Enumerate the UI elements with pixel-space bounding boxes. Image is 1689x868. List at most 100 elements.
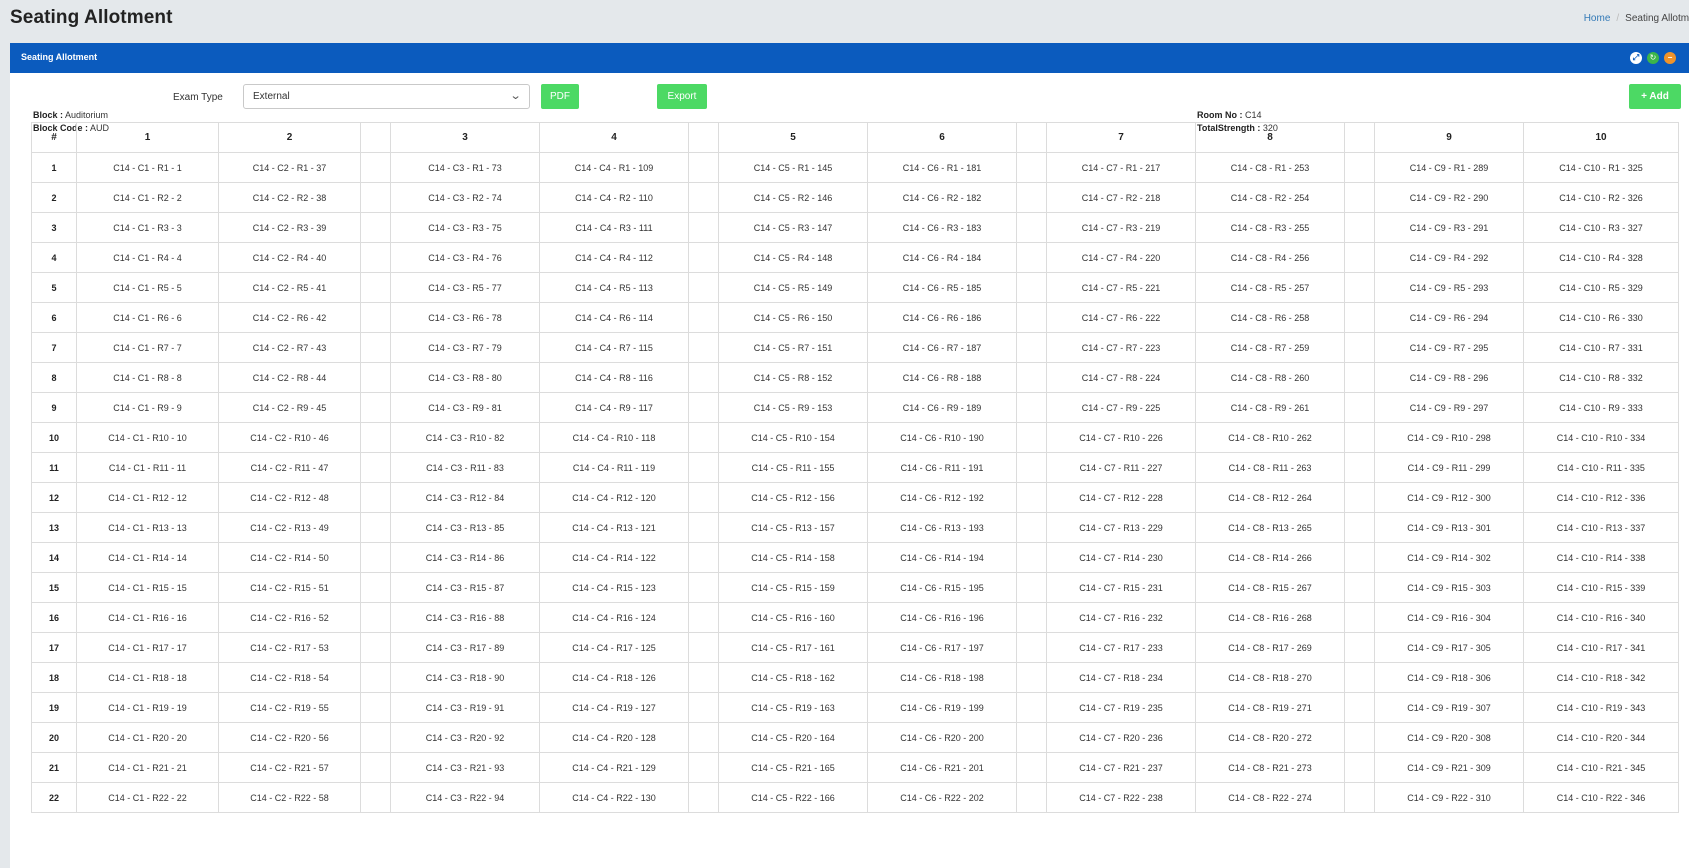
seat-cell: C14 - C3 - R17 - 89 — [390, 632, 540, 663]
table-row: 2 C14 - C1 - R2 - 2 C14 - C2 - R2 - 38 C14 … — [31, 182, 1679, 213]
seat-cell: C14 - C6 - R11 - 191 — [867, 452, 1017, 483]
seat-cell: C14 - C7 - R2 - 218 — [1046, 182, 1196, 213]
pdf-button[interactable]: PDF — [541, 84, 579, 109]
seat-cell: C14 - C1 - R11 - 11 — [76, 452, 219, 483]
seat-cell: C14 - C9 - R17 - 305 — [1374, 632, 1524, 663]
gap-cell — [1016, 392, 1047, 423]
gap-cell — [1016, 362, 1047, 393]
seat-cell: C14 - C8 - R22 - 274 — [1195, 782, 1345, 813]
seat-cell: C14 - C6 - R17 - 197 — [867, 632, 1017, 663]
gap-cell — [360, 452, 391, 483]
seat-cell: C14 - C4 - R3 - 111 — [539, 212, 689, 243]
seat-cell: C14 - C1 - R6 - 6 — [76, 302, 219, 333]
gap-cell — [360, 242, 391, 273]
row-number: 12 — [31, 482, 77, 513]
seat-cell: C14 - C5 - R8 - 152 — [718, 362, 868, 393]
block-value: Auditorium — [65, 110, 109, 120]
seat-cell: C14 - C6 - R3 - 183 — [867, 212, 1017, 243]
seat-cell: C14 - C3 - R10 - 82 — [390, 422, 540, 453]
gap-cell — [1016, 452, 1047, 483]
gap-cell — [1344, 722, 1375, 753]
seat-cell: C14 - C5 - R1 - 145 — [718, 152, 868, 183]
gap-cell — [688, 542, 719, 573]
gap-cell — [1344, 332, 1375, 363]
seat-cell: C14 - C6 - R5 - 185 — [867, 272, 1017, 303]
gap-cell — [360, 542, 391, 573]
gap-cell — [360, 422, 391, 453]
seat-cell: C14 - C7 - R11 - 227 — [1046, 452, 1196, 483]
collapse-icon[interactable]: − — [1664, 52, 1676, 64]
column-header-6: 6 — [867, 122, 1017, 153]
seat-cell: C14 - C8 - R1 - 253 — [1195, 152, 1345, 183]
seat-cell: C14 - C9 - R8 - 296 — [1374, 362, 1524, 393]
gap-cell — [688, 512, 719, 543]
seat-cell: C14 - C9 - R1 - 289 — [1374, 152, 1524, 183]
seat-cell: C14 - C8 - R13 - 265 — [1195, 512, 1345, 543]
gap-cell — [1344, 662, 1375, 693]
seat-cell: C14 - C8 - R8 - 260 — [1195, 362, 1345, 393]
seat-cell: C14 - C7 - R14 - 230 — [1046, 542, 1196, 573]
gap-cell — [360, 272, 391, 303]
filter-row: Exam Type External ⌄ PDF Export + Add — [0, 84, 1689, 112]
seat-cell: C14 - C6 - R6 - 186 — [867, 302, 1017, 333]
seat-cell: C14 - C8 - R17 - 269 — [1195, 632, 1345, 663]
gap-cell — [688, 422, 719, 453]
seat-cell: C14 - C4 - R9 - 117 — [539, 392, 689, 423]
seat-cell: C14 - C9 - R4 - 292 — [1374, 242, 1524, 273]
room-no-value: C14 — [1245, 110, 1262, 120]
seat-cell: C14 - C4 - R12 - 120 — [539, 482, 689, 513]
seating-table: #1 2 3 4 5 6 7 8 9 10 1 C14 - C1 - R1 - 1 C14 - C2 … — [31, 122, 1679, 813]
seat-cell: C14 - C3 - R7 - 79 — [390, 332, 540, 363]
gap-cell — [1344, 452, 1375, 483]
seat-cell: C14 - C10 - R5 - 329 — [1523, 272, 1679, 303]
add-button[interactable]: + Add — [1629, 84, 1681, 109]
gap-cell — [1344, 632, 1375, 663]
chevron-down-icon: ⌄ — [509, 90, 522, 102]
seat-cell: C14 - C3 - R6 - 78 — [390, 302, 540, 333]
seat-cell: C14 - C6 - R4 - 184 — [867, 242, 1017, 273]
gap-cell — [1016, 242, 1047, 273]
seat-cell: C14 - C9 - R20 - 308 — [1374, 722, 1524, 753]
table-row: 5 C14 - C1 - R5 - 5 C14 - C2 - R5 - 41 C14 … — [31, 272, 1679, 303]
seat-cell: C14 - C10 - R1 - 325 — [1523, 152, 1679, 183]
table-row: 15 C14 - C1 - R15 - 15 C14 - C2 - R15 - 51… — [31, 572, 1679, 603]
table-row: 19 C14 - C1 - R19 - 19 C14 - C2 - R19 - 55… — [31, 692, 1679, 723]
reload-icon[interactable]: ↻ — [1647, 52, 1659, 64]
gap-cell — [360, 602, 391, 633]
seat-cell: C14 - C4 - R10 - 118 — [539, 422, 689, 453]
breadcrumb-home-link[interactable]: Home — [1584, 13, 1611, 24]
seat-cell: C14 - C1 - R3 - 3 — [76, 212, 219, 243]
exam-type-select[interactable]: External ⌄ — [243, 84, 530, 109]
gap-cell — [688, 242, 719, 273]
gap-cell — [688, 722, 719, 753]
seat-cell: C14 - C10 - R10 - 334 — [1523, 422, 1679, 453]
seat-cell: C14 - C10 - R15 - 339 — [1523, 572, 1679, 603]
seat-cell: C14 - C2 - R5 - 41 — [218, 272, 361, 303]
seat-cell: C14 - C10 - R19 - 343 — [1523, 692, 1679, 723]
column-header-gap — [1016, 122, 1047, 153]
seat-cell: C14 - C9 - R19 - 307 — [1374, 692, 1524, 723]
seat-cell: C14 - C7 - R21 - 237 — [1046, 752, 1196, 783]
seat-cell: C14 - C5 - R14 - 158 — [718, 542, 868, 573]
column-header-5: 5 — [718, 122, 868, 153]
seat-cell: C14 - C7 - R1 - 217 — [1046, 152, 1196, 183]
seat-cell: C14 - C7 - R12 - 228 — [1046, 482, 1196, 513]
seat-cell: C14 - C3 - R1 - 73 — [390, 152, 540, 183]
export-button[interactable]: Export — [657, 84, 707, 109]
seat-cell: C14 - C5 - R7 - 151 — [718, 332, 868, 363]
seat-cell: C14 - C2 - R21 - 57 — [218, 752, 361, 783]
gap-cell — [688, 182, 719, 213]
seat-cell: C14 - C3 - R21 - 93 — [390, 752, 540, 783]
seat-cell: C14 - C1 - R21 - 21 — [76, 752, 219, 783]
seat-cell: C14 - C1 - R8 - 8 — [76, 362, 219, 393]
seat-cell: C14 - C4 - R6 - 114 — [539, 302, 689, 333]
column-header-9: 9 — [1374, 122, 1524, 153]
gap-cell — [1344, 152, 1375, 183]
gap-cell — [1016, 332, 1047, 363]
seat-cell: C14 - C5 - R22 - 166 — [718, 782, 868, 813]
column-header-gap — [360, 122, 391, 153]
seat-cell: C14 - C2 - R13 - 49 — [218, 512, 361, 543]
table-body: 1 C14 - C1 - R1 - 1 C14 - C2 - R1 - 37 C14 … — [31, 152, 1679, 813]
expand-icon[interactable]: ⤢ — [1630, 52, 1642, 64]
row-number: 20 — [31, 722, 77, 753]
